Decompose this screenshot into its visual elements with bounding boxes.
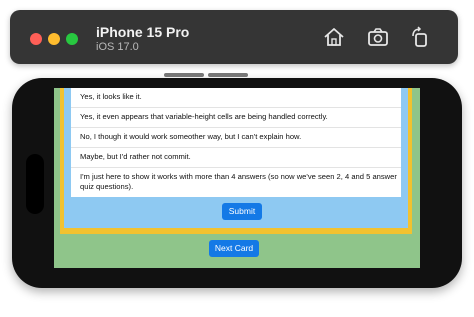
- os-version: iOS 17.0: [96, 41, 139, 53]
- zoom-window-button[interactable]: [66, 33, 78, 45]
- answer-option[interactable]: No, I though it would work someother way…: [71, 128, 401, 148]
- close-window-button[interactable]: [30, 33, 42, 45]
- answer-option[interactable]: Yes, it even appears that variable-heigh…: [71, 108, 401, 128]
- minimize-window-button[interactable]: [48, 33, 60, 45]
- volume-button: [208, 73, 248, 77]
- answer-option[interactable]: I'm just here to show it works with more…: [71, 168, 401, 197]
- screenshot-icon[interactable]: [366, 26, 390, 48]
- quiz-card-body: Yes, it looks like it. Yes, it even appe…: [64, 88, 408, 228]
- dynamic-island: [26, 154, 44, 214]
- quiz-card: Yes, it looks like it. Yes, it even appe…: [60, 88, 412, 234]
- answer-option[interactable]: Yes, it looks like it.: [71, 88, 401, 108]
- submit-button[interactable]: Submit: [222, 203, 262, 220]
- home-icon[interactable]: [322, 26, 346, 48]
- answer-list: Yes, it looks like it. Yes, it even appe…: [71, 88, 401, 197]
- rotate-icon[interactable]: [408, 26, 432, 48]
- device-name: iPhone 15 Pro: [96, 24, 190, 40]
- volume-button: [164, 73, 204, 77]
- answer-option[interactable]: Maybe, but I'd rather not commit.: [71, 148, 401, 168]
- app-screen: Yes, it looks like it. Yes, it even appe…: [54, 88, 420, 268]
- next-card-button[interactable]: Next Card: [209, 240, 259, 257]
